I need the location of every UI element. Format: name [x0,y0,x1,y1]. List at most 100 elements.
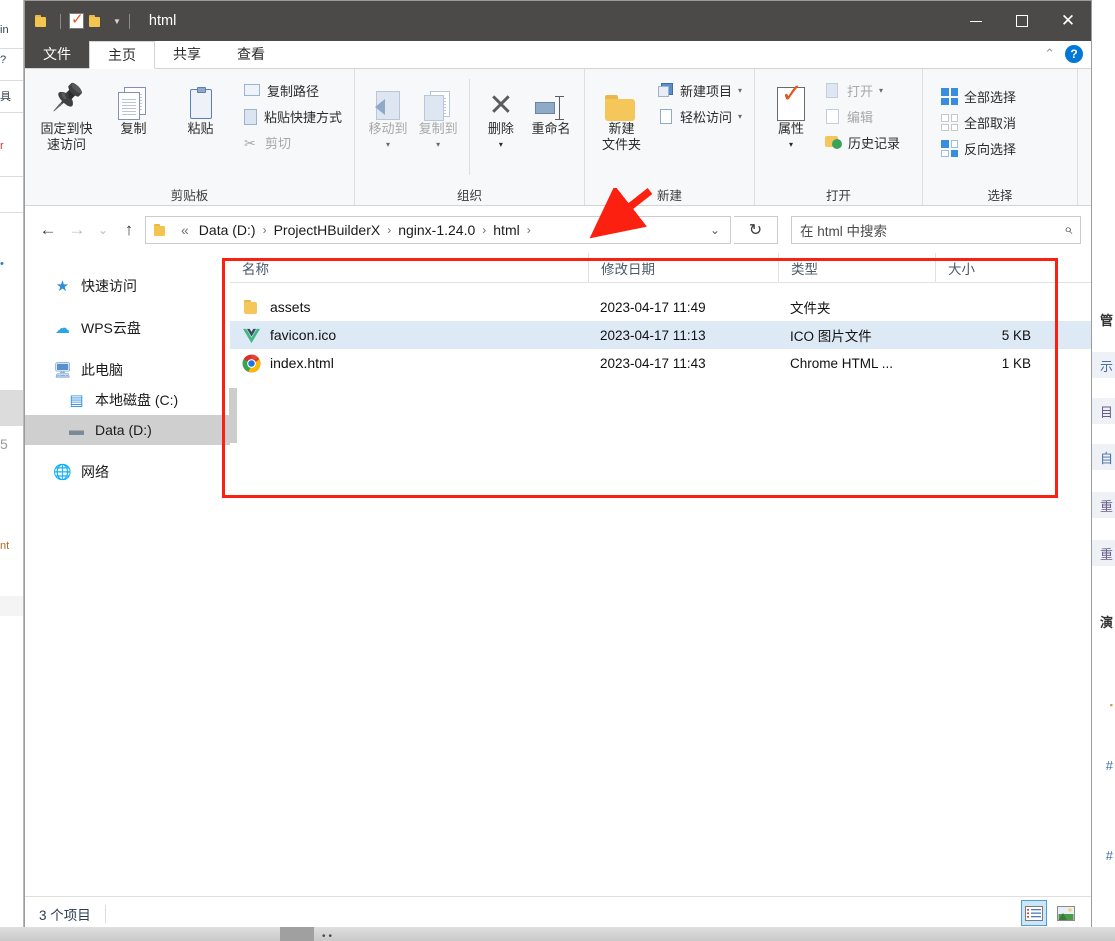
background-window-left: in ? 具 r • 5 nt [0,0,24,941]
pin-to-quick-access-button[interactable]: 固定到快 速访问 [33,75,100,153]
file-date: 2023-04-17 11:49 [600,299,706,315]
column-header-type[interactable]: 类型 [778,252,935,283]
paste-shortcut-button[interactable]: 粘贴快捷方式 [240,105,346,128]
breadcrumb-item-1[interactable]: ProjectHBuilderX [270,222,385,238]
search-icon[interactable]: ⌕ [1064,221,1072,238]
delete-button[interactable]: ✕ 删除 ▾ [476,75,526,153]
breadcrumb-item-2[interactable]: nginx-1.24.0 [394,222,479,238]
sidebar-item-label: WPS云盘 [81,320,141,336]
chevron-down-icon[interactable]: ▾ [499,137,503,153]
ribbon-group-organize: 移动到 ▾ 复制到 ▾ ✕ 删除 ▾ 重命名 组织 [355,69,585,205]
tab-file[interactable]: 文件 [25,40,89,68]
breadcrumb-separator-icon[interactable]: › [526,223,532,237]
window-controls: ✕ [953,1,1091,41]
folder-icon[interactable] [35,14,52,28]
pin-label-line1: 固定到快 [40,121,93,136]
copy-to-button[interactable]: 复制到 ▾ [413,75,463,153]
column-header-date[interactable]: 修改日期 [588,252,778,283]
copy-button[interactable]: 复制 [100,75,167,137]
rename-label: 重命名 [531,121,571,136]
chevron-down-icon[interactable]: ▾ [386,137,390,153]
open-button[interactable]: 打开 ▾ [821,79,904,102]
chevron-down-icon[interactable]: ▾ [879,86,883,95]
up-button[interactable]: ↑ [116,217,142,243]
windows-drive-icon: ▤ [69,392,84,409]
pin-icon [52,89,82,121]
taskbar-item[interactable] [280,927,314,941]
sidebar-item-this-pc[interactable]: 🖥 此电脑 [25,355,230,385]
sidebar-item-wps-cloud[interactable]: ☁ WPS云盘 [25,313,230,343]
chevron-down-icon[interactable]: ▾ [436,137,440,153]
breadcrumb-separator-icon[interactable]: › [481,223,487,237]
sidebar-item-network[interactable]: 🌐 网络 [25,457,230,487]
explorer-body: ★ 快速访问 ☁ WPS云盘 🖥 此电脑 ▤ 本地磁盘 (C:) ▬ Data … [25,252,1091,896]
breadcrumb-item-0[interactable]: Data (D:) [195,222,260,238]
minimize-button[interactable] [953,1,999,41]
table-row[interactable]: assets 2023-04-17 11:49 文件夹 [230,293,1091,321]
navigation-pane-scrollbar[interactable] [228,253,238,896]
scrollbar-thumb[interactable] [229,388,237,443]
breadcrumb-separator-icon[interactable]: › [262,223,268,237]
recent-locations-button[interactable]: ⌄ [93,217,113,243]
drive-icon: ▬ [69,421,84,439]
quick-access-toolbar[interactable]: ▼ [25,10,133,29]
table-row[interactable]: index.html 2023-04-17 11:43 Chrome HTML … [230,349,1091,377]
search-input[interactable]: 在 html 中搜索 ⌕ [791,215,1081,244]
ribbon-group-new: 新建 文件夹 新建项目 ▾ 轻松访问 ▾ 新建 [585,69,755,205]
sidebar-item-local-disk-c[interactable]: ▤ 本地磁盘 (C:) [25,385,230,415]
tab-share[interactable]: 共享 [155,40,219,68]
breadcrumb-item-3[interactable]: html [489,222,523,238]
move-to-button[interactable]: 移动到 ▾ [363,75,413,153]
file-list-pane: 名称 修改日期 类型 大小 assets 2023-04-17 11:49 文件… [230,252,1091,896]
breadcrumb-overflow[interactable]: « [177,222,193,238]
maximize-button[interactable] [999,1,1045,41]
chevron-up-icon[interactable]: ⌃ [1044,46,1055,62]
new-folder-label-line2: 文件夹 [601,137,641,152]
chevron-down-icon[interactable]: ▼ [113,17,121,26]
paste-button[interactable]: 粘贴 [167,75,234,137]
select-none-button[interactable]: 全部取消 [937,111,1020,134]
properties-icon [777,85,805,121]
history-button[interactable]: 历史记录 [821,131,904,154]
cut-button[interactable]: ✂ 剪切 [240,131,346,154]
tab-home[interactable]: 主页 [89,41,155,69]
easy-access-button[interactable]: 轻松访问 ▾ [654,105,746,128]
forward-button[interactable]: → [64,217,90,243]
sidebar-item-quick-access[interactable]: ★ 快速访问 [25,271,230,301]
edit-button[interactable]: 编辑 [821,105,904,128]
ribbon-group-label-organize: 组织 [456,188,482,203]
ribbon-group-open: 属性 ▾ 打开 ▾ [755,69,923,205]
column-header-name[interactable]: 名称 [230,253,588,283]
properties-label: 属性 [777,121,804,136]
sidebar-item-data-d[interactable]: ▬ Data (D:) [25,415,230,445]
chevron-down-icon[interactable]: ▾ [738,86,742,95]
question-mark-icon[interactable]: ? [1065,45,1083,63]
new-folder-button[interactable]: 新建 文件夹 [593,75,650,153]
tab-view[interactable]: 查看 [219,40,283,68]
file-size: 5 KB [1001,327,1031,343]
ribbon-tab-actions: ⌃ ? [1044,45,1083,63]
file-rows: assets 2023-04-17 11:49 文件夹 favicon.ico … [230,283,1091,896]
refresh-button[interactable]: ↻ [734,215,778,244]
chevron-down-icon[interactable]: ▾ [789,137,793,153]
new-item-button[interactable]: 新建项目 ▾ [654,79,746,102]
chevron-down-icon[interactable]: ⌄ [710,223,724,237]
breadcrumb[interactable]: « Data (D:) › ProjectHBuilderX › nginx-1… [145,215,731,244]
refresh-icon: ↻ [748,221,763,239]
copy-path-button[interactable]: 复制路径 [240,79,346,102]
folder-icon[interactable] [89,14,106,28]
large-icons-view-button[interactable] [1053,900,1079,926]
select-all-button[interactable]: 全部选择 [937,85,1020,108]
column-header-size[interactable]: 大小 [935,252,1045,283]
close-button[interactable]: ✕ [1045,1,1091,41]
invert-selection-button[interactable]: 反向选择 [937,137,1020,160]
table-row[interactable]: favicon.ico 2023-04-17 11:13 ICO 图片文件 5 … [230,321,1091,349]
rename-button[interactable]: 重命名 [526,75,576,137]
properties-button[interactable]: 属性 ▾ [763,75,819,153]
bg-left-dot: • [0,258,4,270]
back-button[interactable]: ← [35,217,61,243]
details-view-button[interactable] [1021,900,1047,926]
checked-document-icon[interactable] [69,10,84,29]
chevron-down-icon[interactable]: ▾ [738,112,742,121]
breadcrumb-separator-icon[interactable]: › [386,223,392,237]
